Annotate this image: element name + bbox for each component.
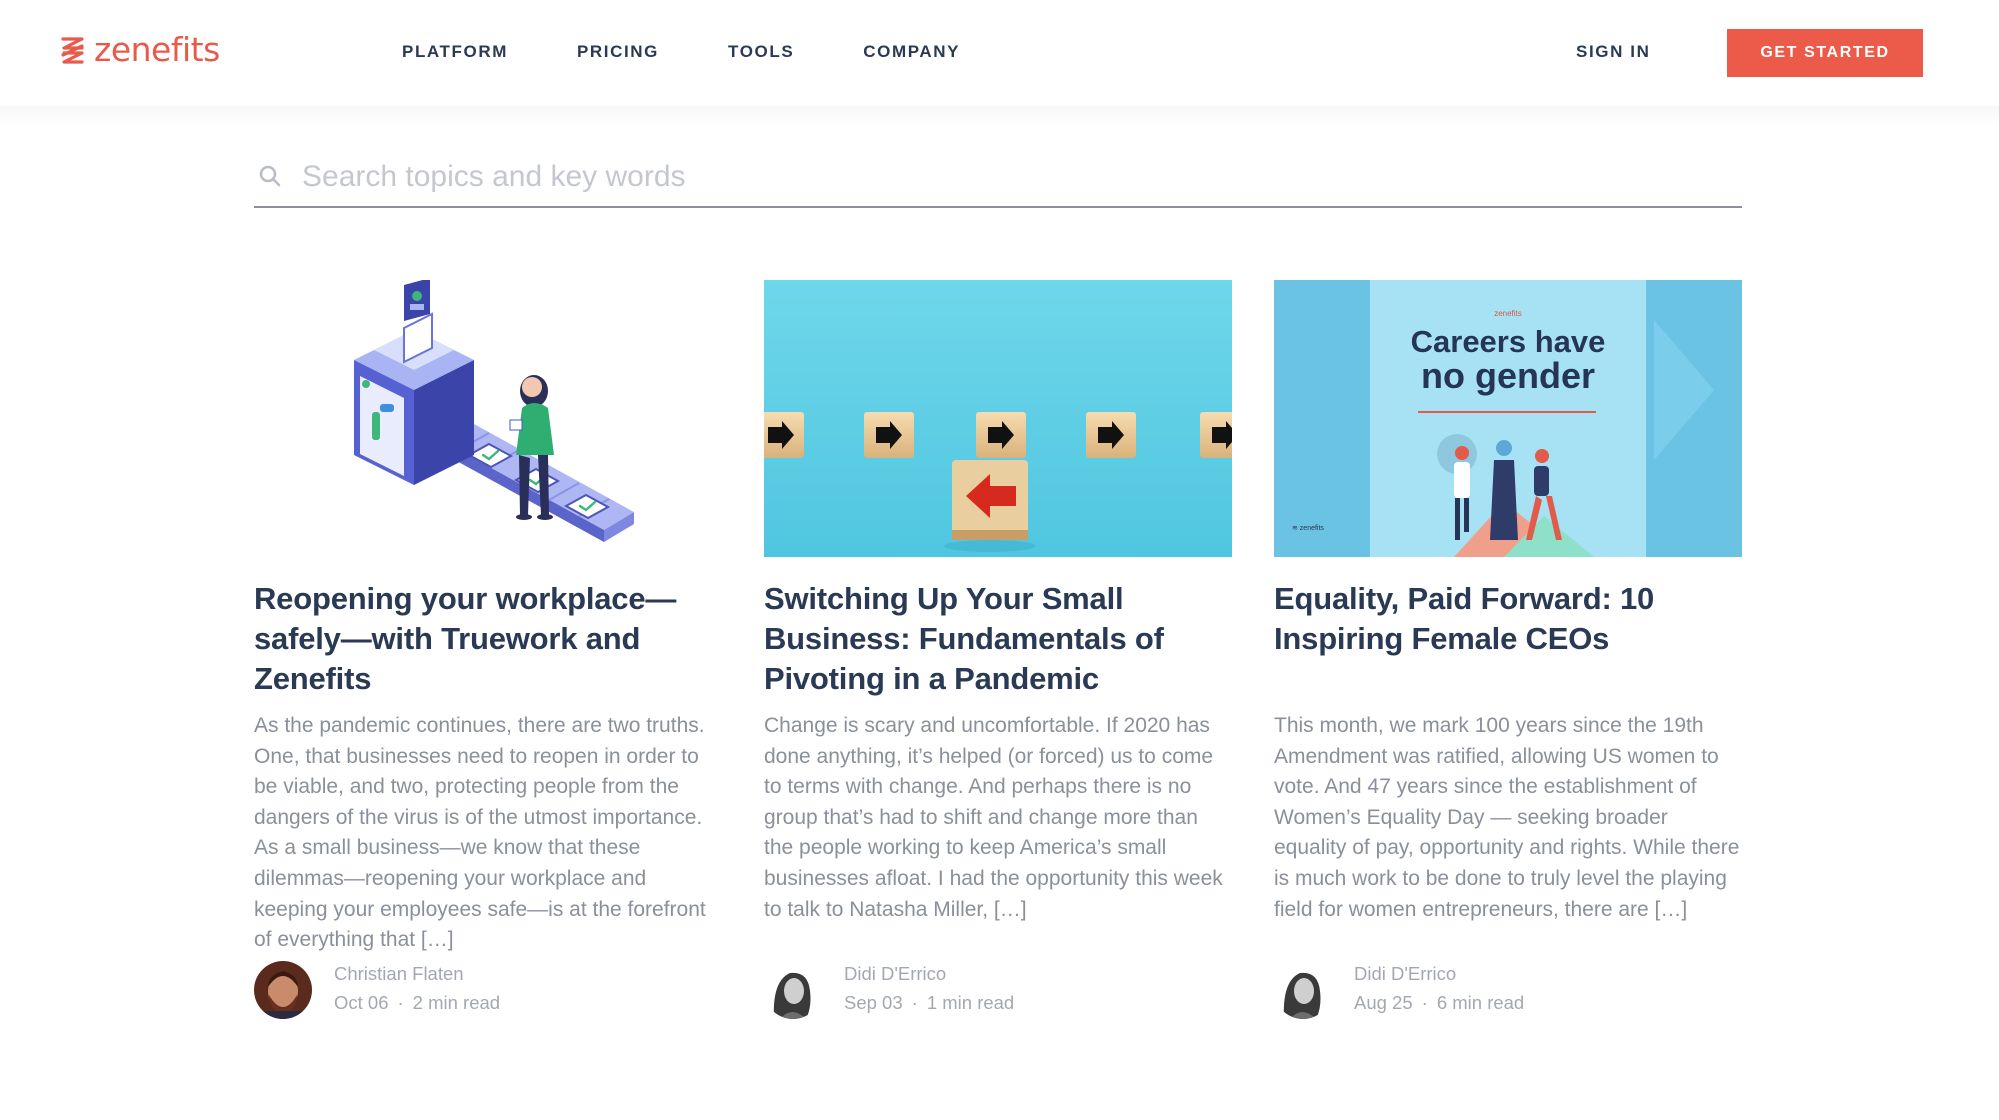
avatar-photo-icon: [1274, 961, 1332, 1019]
poster-headline-2: no gender: [1421, 355, 1595, 396]
article-meta: Didi D'Errico Sep 03 · 1 min read: [764, 961, 1232, 1019]
author-name[interactable]: Christian Flaten: [334, 961, 500, 987]
search-icon[interactable]: [258, 164, 284, 190]
article-excerpt: Change is scary and uncomfortable. If 20…: [764, 714, 1223, 921]
article-card[interactable]: Switching Up Your Small Business: Fundam…: [764, 280, 1232, 1019]
avatar-photo-icon: [254, 961, 312, 1019]
search-bar: [254, 148, 1742, 208]
poster-brand: zenefits: [1494, 309, 1522, 318]
isometric-document-machine-illustration: [354, 280, 634, 542]
article-image-reopening[interactable]: [254, 280, 722, 557]
article-image-pivoting[interactable]: [764, 280, 1232, 557]
article-excerpt: This month, we mark 100 years since the …: [1274, 714, 1740, 921]
careers-have-no-gender-poster: zenefits Careers have no gender ≋ zenefi…: [1274, 280, 1742, 557]
date-line: Oct 06 · 2 min read: [334, 987, 500, 1019]
article-image-equality[interactable]: zenefits Careers have no gender ≋ zenefi…: [1274, 280, 1742, 557]
zenefits-logo[interactable]: zenefits: [60, 30, 220, 69]
article-card[interactable]: zenefits Careers have no gender ≋ zenefi…: [1274, 280, 1742, 1019]
author-avatar: [254, 961, 312, 1019]
author-name[interactable]: Didi D'Errico: [844, 961, 1014, 987]
poster-headline-1: Careers have: [1411, 324, 1606, 359]
get-started-button[interactable]: GET STARTED: [1727, 29, 1923, 77]
sign-in-link[interactable]: SIGN IN: [1576, 42, 1651, 62]
nav-platform[interactable]: PLATFORM: [402, 42, 508, 62]
article-excerpt: As the pandemic continues, there are two…: [254, 714, 706, 952]
post-date: Sep 03: [844, 992, 903, 1013]
article-title[interactable]: Equality, Paid Forward: 10 Inspiring Fem…: [1274, 579, 1742, 703]
author-info: Didi D'Errico Aug 25 · 6 min read: [1354, 961, 1524, 1019]
avatar-photo-icon: [764, 961, 822, 1019]
wooden-arrow-blocks-photo: [764, 280, 1232, 557]
nav-tools[interactable]: TOOLS: [728, 42, 794, 62]
article-title[interactable]: Reopening your workplace—safely—with Tru…: [254, 579, 722, 703]
main-nav: PLATFORM PRICING TOOLS COMPANY: [402, 42, 1029, 62]
date-line: Sep 03 · 1 min read: [844, 987, 1014, 1019]
site-header: zenefits PLATFORM PRICING TOOLS COMPANY …: [0, 0, 1999, 106]
search-input[interactable]: [302, 152, 1742, 202]
read-time: 1 min read: [926, 992, 1015, 1013]
article-meta: Didi D'Errico Aug 25 · 6 min read: [1274, 961, 1742, 1019]
nav-pricing[interactable]: PRICING: [577, 42, 659, 62]
date-line: Aug 25 · 6 min read: [1354, 987, 1524, 1019]
author-name[interactable]: Didi D'Errico: [1354, 961, 1524, 987]
article-title[interactable]: Switching Up Your Small Business: Fundam…: [764, 579, 1232, 703]
author-avatar: [1274, 961, 1332, 1019]
author-info: Didi D'Errico Sep 03 · 1 min read: [844, 961, 1014, 1019]
separator-dot: ·: [397, 992, 404, 1013]
poster-brand-small: ≋ zenefits: [1292, 525, 1324, 532]
article-meta: Christian Flaten Oct 06 · 2 min read: [254, 961, 722, 1019]
post-date: Aug 25: [1354, 992, 1413, 1013]
nav-company[interactable]: COMPANY: [863, 42, 960, 62]
article-card[interactable]: Reopening your workplace—safely—with Tru…: [254, 280, 722, 1019]
separator-dot: ·: [1421, 992, 1428, 1013]
author-avatar: [764, 961, 822, 1019]
author-info: Christian Flaten Oct 06 · 2 min read: [334, 961, 500, 1019]
zenefits-logo-icon: [61, 36, 84, 64]
post-date: Oct 06: [334, 992, 389, 1013]
brand-name: zenefits: [94, 30, 220, 69]
header-shadow: [0, 106, 1999, 126]
read-time: 6 min read: [1436, 992, 1525, 1013]
read-time: 2 min read: [412, 992, 501, 1013]
separator-dot: ·: [911, 992, 918, 1013]
